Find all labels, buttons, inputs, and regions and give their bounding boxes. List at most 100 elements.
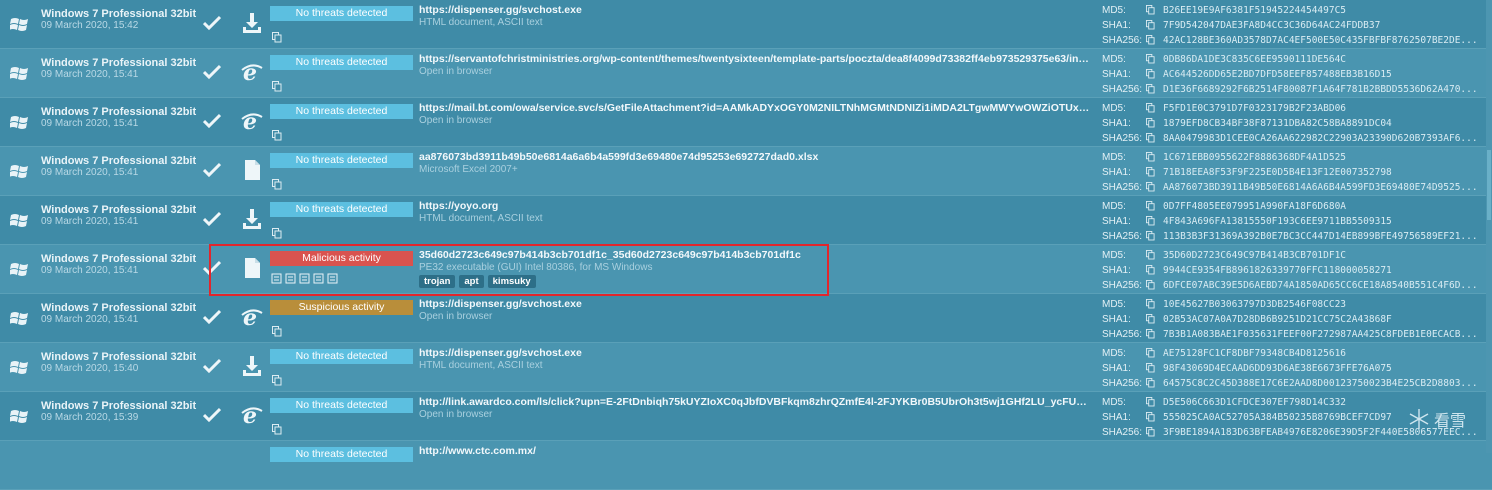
svg-text:e: e bbox=[243, 404, 257, 426]
copy-icon[interactable] bbox=[1146, 167, 1155, 177]
hash-value[interactable]: 10E45627B03063797D3DB2546F08CC23 bbox=[1163, 297, 1481, 312]
verdict-badge: No threats detected bbox=[270, 398, 413, 413]
hash-value[interactable]: B26EE19E9AF6381F51945224454497C5 bbox=[1163, 3, 1481, 18]
check-icon bbox=[202, 15, 222, 31]
copy-icon[interactable] bbox=[1146, 250, 1155, 260]
copy-icon[interactable] bbox=[272, 226, 282, 239]
hash-value[interactable]: 7F9D542047DAE3FA8D4CC3C36D64AC24FDDB37 bbox=[1163, 18, 1481, 33]
copy-icon[interactable] bbox=[272, 30, 282, 43]
task-name-link[interactable]: https://yoyo.org bbox=[419, 200, 1091, 212]
copy-icon[interactable] bbox=[1146, 54, 1155, 64]
copy-icon[interactable] bbox=[1146, 314, 1155, 324]
hash-value[interactable]: 42AC128BE360AD3578D7AC4EF500E50C435FBFBF… bbox=[1163, 33, 1481, 48]
os-name: Windows 7 Professional 32bit bbox=[41, 8, 197, 20]
svg-text:e: e bbox=[243, 306, 257, 328]
scrollbar[interactable] bbox=[1486, 0, 1492, 453]
hash-row-sha1: SHA1: AC644526DD65E2BD7DFD58EEF857488EB3B… bbox=[1102, 67, 1482, 82]
copy-icon[interactable] bbox=[1146, 201, 1155, 211]
copy-icon[interactable] bbox=[1146, 216, 1155, 226]
windows-logo-icon bbox=[9, 212, 32, 230]
task-name-link[interactable]: https://mail.bt.com/owa/service.svc/s/Ge… bbox=[419, 102, 1091, 114]
hash-row-sha256: SHA256: 6DFCE07ABC39E5D6AEBD74A1850AD65CC… bbox=[1102, 278, 1482, 293]
task-name-link[interactable]: https://dispenser.gg/svchost.exe bbox=[419, 4, 1091, 16]
table-row[interactable]: Windows 7 Professional 32bit 09 March 202… bbox=[0, 147, 1492, 196]
copy-icon[interactable] bbox=[1146, 133, 1155, 143]
hash-value[interactable]: D1E36F6689292F6B2514F80087F1A64F781B2BBD… bbox=[1163, 82, 1481, 97]
hash-value[interactable]: 98F43069D4ECAAD6DD93D6AE38E6673FFE76A075 bbox=[1163, 361, 1481, 376]
file-icon bbox=[241, 159, 263, 181]
hash-value[interactable]: 7B3B1A083BAE1F035631FEEF00F272987AA425C8… bbox=[1163, 327, 1481, 342]
copy-icon[interactable] bbox=[1146, 152, 1155, 162]
table-row[interactable]: Windows 7 Professional 32bit 09 March 202… bbox=[0, 294, 1492, 343]
copy-icon[interactable] bbox=[1146, 20, 1155, 30]
copy-icon[interactable] bbox=[1146, 231, 1155, 241]
copy-icon[interactable] bbox=[1146, 69, 1155, 79]
task-name-link[interactable]: https://dispenser.gg/svchost.exe bbox=[419, 298, 1091, 310]
copy-icon[interactable] bbox=[272, 373, 282, 386]
copy-icon[interactable] bbox=[1146, 397, 1155, 407]
copy-icon[interactable] bbox=[1146, 118, 1155, 128]
copy-icon[interactable] bbox=[1146, 378, 1155, 388]
copy-icon[interactable] bbox=[1146, 412, 1155, 422]
copy-icon[interactable] bbox=[1146, 329, 1155, 339]
copy-icon[interactable] bbox=[272, 422, 282, 435]
table-row[interactable]: Windows 7 Professional 32bit 09 March 202… bbox=[0, 49, 1492, 98]
hash-value[interactable]: 1C671EBB0955622F8886368DF4A1D525 bbox=[1163, 150, 1481, 165]
hash-value[interactable]: 35D60D2723C649C97B414B3CB701DF1C bbox=[1163, 248, 1481, 263]
table-row[interactable]: Windows 7 Professional 32bit 09 March 202… bbox=[0, 98, 1492, 147]
copy-icon[interactable] bbox=[1146, 363, 1155, 373]
table-row[interactable]: No threats detected http://www.ctc.com.mx… bbox=[0, 441, 1492, 490]
hash-value[interactable]: 64575C8C2C45D388E17C6E2AAD8D00123750023B… bbox=[1163, 376, 1481, 391]
copy-icon[interactable] bbox=[1146, 299, 1155, 309]
copy-icon[interactable] bbox=[1146, 182, 1155, 192]
check-icon bbox=[202, 162, 222, 178]
copy-icon[interactable] bbox=[1146, 35, 1155, 45]
copy-icon[interactable] bbox=[272, 128, 282, 141]
hash-value[interactable]: 9944CE9354FB8961826339770FFC118000058271 bbox=[1163, 263, 1481, 278]
copy-icon[interactable] bbox=[1146, 103, 1155, 113]
copy-icon[interactable] bbox=[1146, 348, 1155, 358]
copy-icon[interactable] bbox=[1146, 84, 1155, 94]
hash-value[interactable]: AC644526DD65E2BD7DFD58EEF857488EB3B16D15 bbox=[1163, 67, 1481, 82]
task-name-link[interactable]: http://www.ctc.com.mx/ bbox=[419, 445, 1091, 457]
hash-label: SHA1: bbox=[1102, 265, 1131, 276]
hash-value[interactable]: AA876073BD3911B49B50E6814A6A6B4A599FD3E6… bbox=[1163, 180, 1481, 195]
table-row[interactable]: Windows 7 Professional 32bit 09 March 202… bbox=[0, 343, 1492, 392]
hash-label: MD5: bbox=[1102, 103, 1126, 114]
copy-icon[interactable] bbox=[1146, 280, 1155, 290]
copy-icon[interactable] bbox=[272, 177, 282, 190]
check-icon bbox=[202, 113, 222, 129]
hash-value[interactable]: 0DB86DA1DE3C835C6EE9590111DE564C bbox=[1163, 52, 1481, 67]
hash-value[interactable]: 1879EFD8CB34BF38F87131DBA82C58BA8891DC04 bbox=[1163, 116, 1481, 131]
copy-icon[interactable] bbox=[1146, 5, 1155, 15]
hash-value[interactable]: 8AA0479983D1CEE0CA26AA622982C22903A23390… bbox=[1163, 131, 1481, 146]
hash-value[interactable]: 113B3B3F31369A392B0E7BC3CC447D14EB899BFE… bbox=[1163, 229, 1481, 244]
hash-row-sha256: SHA256: AA876073BD3911B49B50E6814A6A6B4A5… bbox=[1102, 180, 1482, 195]
table-row[interactable]: Windows 7 Professional 32bit 09 March 202… bbox=[0, 196, 1492, 245]
scrollbar-thumb[interactable] bbox=[1487, 150, 1491, 220]
hash-value[interactable]: 6DFCE07ABC39E5D6AEBD74A1850AD65CC6CE18A8… bbox=[1163, 278, 1481, 293]
hash-row-md5: MD5: 0D7FF4805EE079951A990FA18F6D680A bbox=[1102, 199, 1482, 214]
copy-icon[interactable] bbox=[1146, 427, 1155, 437]
copy-icon[interactable] bbox=[1146, 265, 1155, 275]
hash-value[interactable]: 71B18EEA8F53F9F225E0D5B4E13F12E007352798 bbox=[1163, 165, 1481, 180]
task-description: HTML document, ASCII text bbox=[419, 360, 543, 371]
task-name-link[interactable]: https://servantofchristministries.org/wp… bbox=[419, 53, 1091, 65]
hash-value[interactable]: F5FD1E0C3791D7F0323179B2F23ABD06 bbox=[1163, 101, 1481, 116]
table-row[interactable]: Windows 7 Professional 32bit 09 March 202… bbox=[0, 0, 1492, 49]
task-name-link[interactable]: https://dispenser.gg/svchost.exe bbox=[419, 347, 1091, 359]
hash-value[interactable]: 02B53AC07A0A7D28DB6B9251D21CC75C2A43868F bbox=[1163, 312, 1481, 327]
task-name-link[interactable]: aa876073bd3911b49b50e6814a6a6b4a599fd3e6… bbox=[419, 151, 1091, 163]
hash-value[interactable]: 0D7FF4805EE079951A990FA18F6D680A bbox=[1163, 199, 1481, 214]
browser-icon: e bbox=[241, 305, 263, 331]
copy-icon[interactable] bbox=[272, 79, 282, 92]
task-date: 09 March 2020, 15:39 bbox=[41, 412, 139, 423]
copy-icon[interactable] bbox=[272, 324, 282, 337]
table-row[interactable]: Windows 7 Professional 32bit 09 March 202… bbox=[0, 392, 1492, 441]
hash-row-md5: MD5: 0DB86DA1DE3C835C6EE9590111DE564C bbox=[1102, 52, 1482, 67]
hash-value[interactable]: 4F843A696FA13815550F193C6EE9711BB5509315 bbox=[1163, 214, 1481, 229]
task-description: Open in browser bbox=[419, 115, 493, 126]
task-name-link[interactable]: http://link.awardco.com/ls/click?upn=E-2… bbox=[419, 396, 1091, 408]
hash-value[interactable]: AE75128FC1CF8DBF79348CB4D8125616 bbox=[1163, 346, 1481, 361]
hash-row-sha256: SHA256: 113B3B3F31369A392B0E7BC3CC447D14E… bbox=[1102, 229, 1482, 244]
